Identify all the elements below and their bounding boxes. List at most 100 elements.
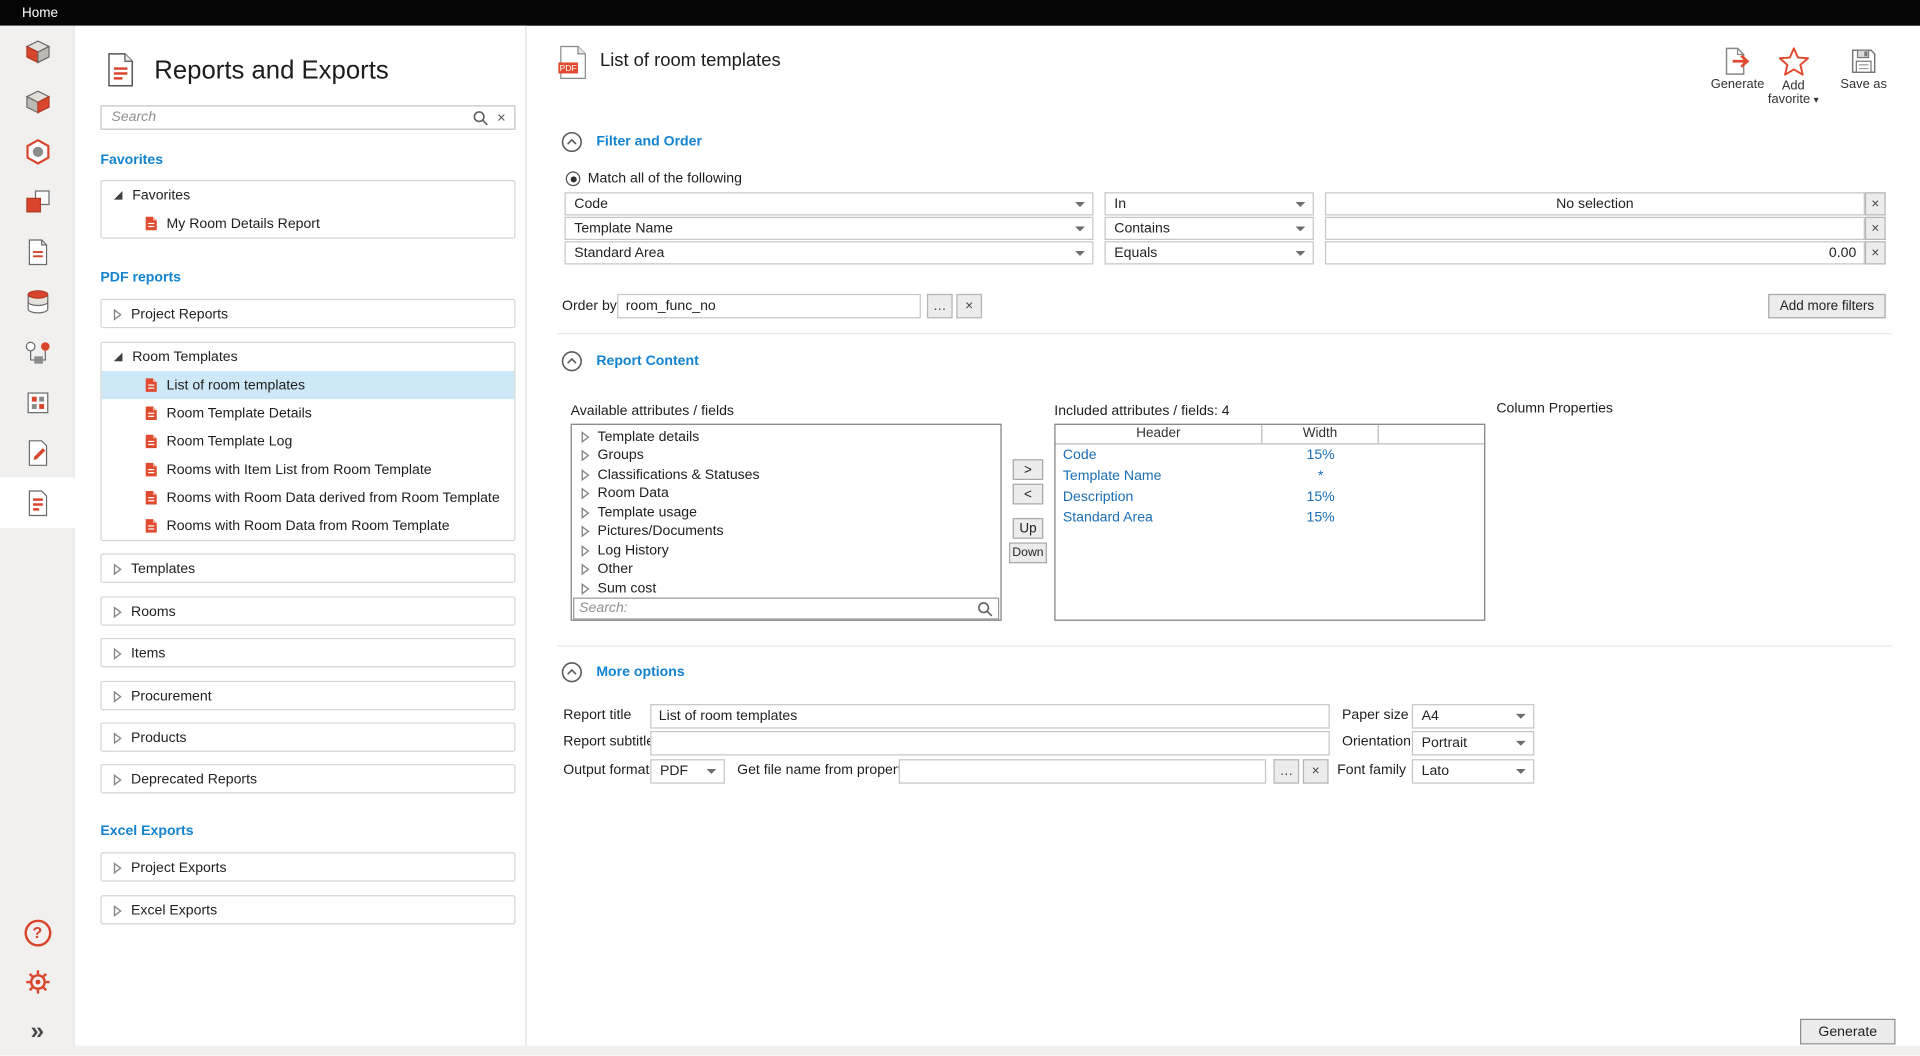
list-item-list-of-room-templates[interactable]: List of room templates <box>102 371 515 399</box>
filter-field-select-3[interactable]: Standard Area <box>564 241 1093 264</box>
match-all-radio[interactable] <box>566 171 581 186</box>
group-rooms[interactable]: Rooms <box>100 596 515 625</box>
filter-operator-select-3[interactable]: Equals <box>1104 241 1313 264</box>
file-name-clear-button[interactable]: × <box>1303 759 1329 783</box>
chevron-down-icon <box>707 769 717 774</box>
cell-header: Standard Area <box>1056 510 1263 525</box>
orientation-select[interactable]: Portrait <box>1412 731 1534 755</box>
generate-toolbar-button[interactable]: Generate <box>1709 47 1765 92</box>
table-row[interactable]: Description 15% <box>1056 486 1485 507</box>
group-items[interactable]: Items <box>100 638 515 667</box>
tree-item-pictures-documents[interactable]: Pictures/Documents <box>572 522 1001 541</box>
table-header-empty <box>1379 425 1484 443</box>
filter-operator-select-1[interactable]: In <box>1104 192 1313 215</box>
move-left-button[interactable]: < <box>1013 484 1044 505</box>
help-icon[interactable]: ? <box>0 907 75 957</box>
order-by-input[interactable] <box>617 294 921 318</box>
collapsed-triangle-icon <box>113 647 123 659</box>
group-procurement[interactable]: Procurement <box>100 681 515 710</box>
file-name-input[interactable] <box>899 759 1266 783</box>
list-item-rooms-with-room-data[interactable]: Rooms with Room Data from Room Template <box>102 512 515 540</box>
search-icon[interactable] <box>473 110 489 126</box>
move-down-button[interactable]: Down <box>1009 542 1047 563</box>
table-header-header[interactable]: Header <box>1056 425 1263 443</box>
add-more-filters-button[interactable]: Add more filters <box>1768 294 1886 318</box>
table-row[interactable]: Template Name * <box>1056 465 1485 486</box>
move-right-button[interactable]: > <box>1013 459 1044 480</box>
order-by-clear-button[interactable]: × <box>956 294 982 318</box>
list-item-my-room-details-report[interactable]: My Room Details Report <box>102 209 515 237</box>
stacked-boxes-icon <box>21 186 53 218</box>
collapsed-triangle-icon <box>580 564 590 576</box>
workflow-icon[interactable] <box>0 327 75 377</box>
tree-item-template-usage[interactable]: Template usage <box>572 503 1001 522</box>
list-item-room-template-log[interactable]: Room Template Log <box>102 427 515 455</box>
file-name-browse-button[interactable]: … <box>1273 759 1299 783</box>
remove-filter-button-2[interactable]: × <box>1865 217 1886 240</box>
reports-icon[interactable] <box>0 478 75 528</box>
group-project-reports[interactable]: Project Reports <box>100 299 515 328</box>
output-format-select[interactable]: PDF <box>650 759 725 783</box>
collapse-section-icon[interactable] <box>561 661 583 687</box>
room-3d-icon[interactable] <box>0 76 75 126</box>
add-favorite-button[interactable]: Add favorite ▾ <box>1763 47 1823 107</box>
search-icon[interactable] <box>977 601 993 617</box>
group-products[interactable]: Products <box>100 722 515 751</box>
clear-search-icon[interactable]: × <box>497 109 506 126</box>
filter-value-input-2[interactable] <box>1325 217 1865 240</box>
table-row[interactable]: Standard Area 15% <box>1056 507 1485 528</box>
remove-filter-button-3[interactable]: × <box>1865 241 1886 264</box>
group-deprecated-reports[interactable]: Deprecated Reports <box>100 764 515 793</box>
filter-operator-select-2[interactable]: Contains <box>1104 217 1313 240</box>
tree-item-template-details[interactable]: Template details <box>572 427 1001 446</box>
search-input[interactable] <box>102 107 473 129</box>
filter-field-select-2[interactable]: Template Name <box>564 217 1093 240</box>
furniture-3d-icon[interactable] <box>0 26 75 76</box>
room-templates-group-header[interactable]: Room Templates <box>102 343 515 371</box>
spec-pen-icon[interactable] <box>0 427 75 477</box>
document-icon[interactable] <box>0 227 75 277</box>
tree-item-groups[interactable]: Groups <box>572 446 1001 465</box>
group-label: Procurement <box>131 689 212 704</box>
generate-button[interactable]: Generate <box>1800 1019 1896 1045</box>
collapse-section-icon[interactable] <box>561 131 583 157</box>
group-templates[interactable]: Templates <box>100 553 515 582</box>
group-project-exports[interactable]: Project Exports <box>100 852 515 881</box>
home-menu[interactable]: Home <box>22 6 58 21</box>
list-item-rooms-with-room-data-derived[interactable]: Rooms with Room Data derived from Room T… <box>102 484 515 512</box>
paper-size-select[interactable]: A4 <box>1412 704 1534 728</box>
table-header-row: Header Width <box>1056 425 1485 445</box>
list-item-rooms-with-item-list[interactable]: Rooms with Item List from Room Template <box>102 456 515 484</box>
tree-item-sum-cost[interactable]: Sum cost <box>572 579 1001 598</box>
filter-value-picker-1[interactable]: No selection <box>1325 192 1865 215</box>
favorites-group-header[interactable]: Favorites <box>102 181 515 209</box>
filter-value-input-3[interactable] <box>1325 241 1865 264</box>
table-row[interactable]: Code 15% <box>1056 444 1485 465</box>
remove-filter-button-1[interactable]: × <box>1865 192 1886 215</box>
collapse-section-icon[interactable] <box>561 350 583 376</box>
list-item-room-template-details[interactable]: Room Template Details <box>102 399 515 427</box>
stacked-boxes-icon[interactable] <box>0 176 75 226</box>
move-up-button[interactable]: Up <box>1013 518 1044 539</box>
tree-item-label: Classifications & Statuses <box>598 467 760 482</box>
order-by-browse-button[interactable]: … <box>927 294 953 318</box>
tree-item-classifications[interactable]: Classifications & Statuses <box>572 465 1001 484</box>
tree-search-input[interactable] <box>574 599 977 619</box>
report-title-input[interactable] <box>650 704 1330 728</box>
hexagon-core-icon[interactable] <box>0 126 75 176</box>
group-excel-exports[interactable]: Excel Exports <box>100 895 515 924</box>
building-grid-icon[interactable] <box>0 377 75 427</box>
settings-gear-icon[interactable] <box>0 956 75 1006</box>
database-icon[interactable] <box>0 277 75 327</box>
save-as-button[interactable]: Save as <box>1833 47 1894 92</box>
tree-item-other[interactable]: Other <box>572 560 1001 579</box>
tree-item-log-history[interactable]: Log History <box>572 541 1001 560</box>
report-subtitle-input[interactable] <box>650 731 1330 755</box>
tree-item-room-data[interactable]: Room Data <box>572 484 1001 503</box>
save-as-label: Save as <box>1840 78 1886 91</box>
tree-item-label: Pictures/Documents <box>598 524 724 539</box>
report-subtitle-label: Report subtitle <box>563 735 654 750</box>
filter-field-select-1[interactable]: Code <box>564 192 1093 215</box>
font-family-select[interactable]: Lato <box>1412 759 1534 783</box>
table-header-width[interactable]: Width <box>1262 425 1378 443</box>
